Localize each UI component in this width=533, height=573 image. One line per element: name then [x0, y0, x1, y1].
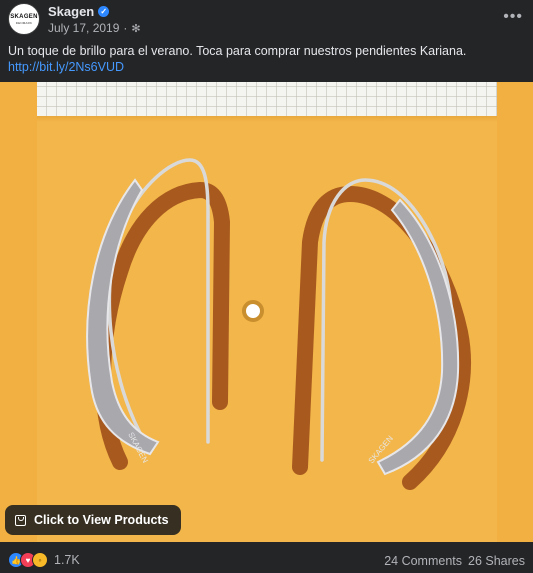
comments-count[interactable]: 24 Comments — [384, 554, 462, 568]
gear-icon[interactable]: ✻ — [131, 22, 140, 35]
caption-text: Un toque de brillo para el verano. Toca … — [8, 44, 467, 58]
post-meta: July 17, 2019 · ✻ — [48, 21, 141, 35]
post-caption: Un toque de brillo para el verano. Toca … — [8, 43, 523, 75]
page-avatar[interactable]: SKAGEN DENMARK — [8, 3, 40, 35]
post-footer: 👍 ♥ ◦ 1.7K 24 Comments 26 Shares — [0, 545, 533, 573]
reaction-summary[interactable]: 👍 ♥ ◦ 1.7K — [8, 552, 80, 568]
earrings-illustration: SKAGEN SKAGEN — [86, 158, 471, 490]
shopping-bag-icon — [15, 514, 26, 526]
reaction-count: 1.7K — [54, 553, 80, 567]
post-date[interactable]: July 17, 2019 — [48, 21, 119, 35]
engagement-stats: 24 Comments 26 Shares — [384, 554, 525, 568]
verified-badge-icon: ✓ — [98, 6, 110, 17]
shares-count[interactable]: 26 Shares — [468, 554, 525, 568]
meta-separator: · — [123, 21, 128, 35]
post-header: SKAGEN DENMARK Skagen ✓ July 17, 2019 · … — [0, 0, 533, 40]
post-photo[interactable]: SKAGEN SKAGEN — [0, 82, 533, 542]
more-options-icon[interactable]: ••• — [503, 8, 523, 26]
view-products-button[interactable]: Click to View Products — [5, 505, 181, 535]
wow-reaction-icon: ◦ — [32, 552, 48, 568]
avatar-logo-subtext: DENMARK — [15, 20, 33, 25]
avatar-logo-text: SKAGEN — [10, 13, 38, 20]
caption-link[interactable]: http://bit.ly/2Ns6VUD — [8, 59, 523, 75]
view-products-label: Click to View Products — [34, 513, 169, 527]
product-tag-dot[interactable] — [242, 300, 264, 322]
page-name[interactable]: Skagen ✓ — [48, 4, 110, 19]
page-name-label[interactable]: Skagen — [48, 4, 94, 19]
